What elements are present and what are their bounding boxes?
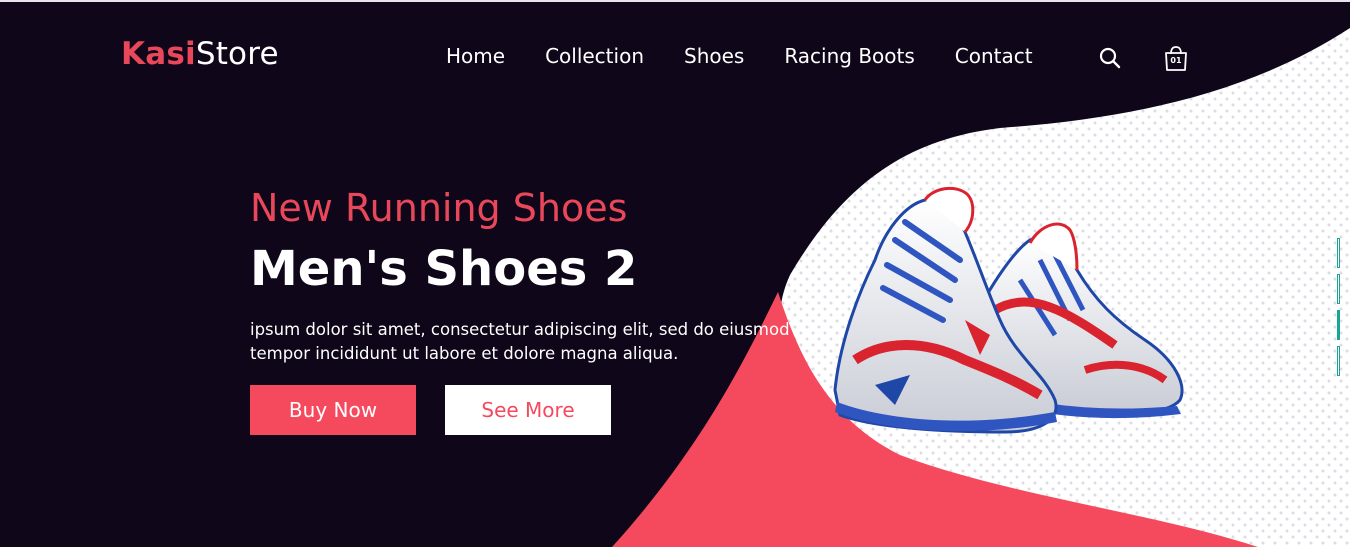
see-more-button[interactable]: See More xyxy=(445,385,611,435)
cart-button[interactable]: 01 xyxy=(1162,44,1190,72)
top-border xyxy=(0,0,1350,2)
nav-item-home[interactable]: Home xyxy=(446,42,505,70)
logo-accent: Kasi xyxy=(121,36,196,72)
slider-indicator-3[interactable] xyxy=(1337,310,1340,340)
hero-description: ipsum dolor sit amet, consectetur adipis… xyxy=(250,320,790,363)
logo-text: Store xyxy=(195,36,279,72)
search-icon xyxy=(1099,47,1121,69)
running-shoes-image xyxy=(833,186,1184,434)
hero-title: Men's Shoes 2 xyxy=(250,241,638,297)
buy-now-button[interactable]: Buy Now xyxy=(250,385,416,435)
nav-item-collection[interactable]: Collection xyxy=(545,42,644,70)
slider-indicator-4[interactable] xyxy=(1337,346,1340,376)
slider-indicator-2[interactable] xyxy=(1337,274,1340,304)
hero-subtitle: New Running Shoes xyxy=(250,186,628,230)
hero-section: KasiStore Home Collection Shoes Racing B… xyxy=(0,0,1350,547)
logo[interactable]: KasiStore xyxy=(121,34,279,74)
nav-item-shoes[interactable]: Shoes xyxy=(684,42,744,70)
slider-indicator-1[interactable] xyxy=(1337,238,1340,268)
main-nav: Home Collection Shoes Racing Boots Conta… xyxy=(446,42,1033,70)
search-button[interactable] xyxy=(1098,46,1122,70)
cart-count-badge: 01 xyxy=(1170,56,1182,65)
nav-item-racing-boots[interactable]: Racing Boots xyxy=(784,42,914,70)
nav-item-contact[interactable]: Contact xyxy=(955,42,1033,70)
